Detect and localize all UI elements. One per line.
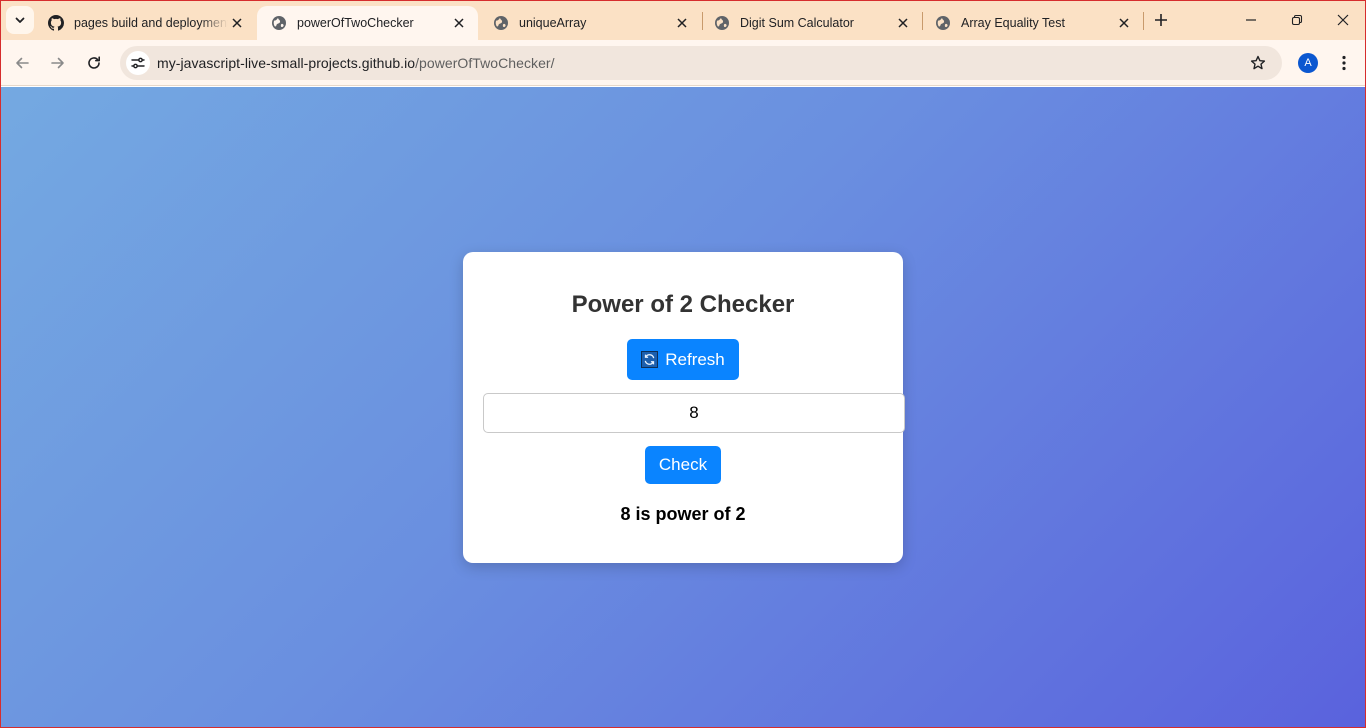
forward-button[interactable]: [43, 48, 73, 78]
close-window-button[interactable]: [1320, 0, 1366, 40]
site-info-button[interactable]: [126, 51, 150, 75]
tune-icon: [131, 57, 145, 69]
tab-power-of-two-checker[interactable]: powerOfTwoChecker: [257, 6, 478, 40]
minimize-icon: [1246, 19, 1256, 21]
globe-icon: [493, 15, 509, 31]
url-path: /powerOfTwoChecker/: [415, 55, 555, 71]
tab-title: Digit Sum Calculator: [740, 16, 854, 30]
reload-icon: [88, 56, 100, 69]
tab-title: powerOfTwoChecker: [297, 16, 414, 30]
result-text: 8 is power of 2: [620, 504, 746, 524]
close-tab-icon[interactable]: [450, 14, 468, 32]
browser-menu-button[interactable]: [1333, 51, 1355, 75]
url-text[interactable]: my-javascript-live-small-projects.github…: [157, 55, 555, 71]
tab-title: uniqueArray: [519, 16, 587, 30]
close-tab-icon[interactable]: [894, 14, 912, 32]
refresh-label: Refresh: [665, 349, 725, 369]
forward-arrow-icon: [51, 57, 64, 69]
refresh-button[interactable]: Refresh: [627, 339, 739, 380]
browser-toolbar: my-javascript-live-small-projects.github…: [0, 40, 1366, 86]
github-icon: [48, 15, 64, 31]
back-button[interactable]: [7, 48, 37, 78]
profile-avatar[interactable]: A: [1298, 53, 1318, 73]
tab-separator: [1143, 12, 1144, 30]
number-input[interactable]: [483, 393, 905, 433]
tab-search-button[interactable]: [6, 6, 34, 34]
url-domain: my-javascript-live-small-projects.github…: [157, 55, 416, 71]
tab-array-equality-test[interactable]: Array Equality Test: [921, 6, 1143, 40]
close-tab-icon[interactable]: [1115, 14, 1133, 32]
tab-title: pages build and deployment: [74, 16, 228, 30]
page-title: Power of 2 Checker: [571, 291, 795, 318]
minimize-button[interactable]: [1228, 0, 1274, 40]
page-viewport: Power of 2 Checker Refresh Check 8 is po…: [0, 87, 1366, 728]
close-tab-icon[interactable]: [228, 14, 246, 32]
refresh-icon: [641, 351, 659, 368]
restore-button[interactable]: [1274, 0, 1320, 40]
reload-button[interactable]: [79, 48, 109, 78]
star-icon: [1250, 55, 1266, 70]
tab-unique-array[interactable]: uniqueArray: [479, 6, 701, 40]
globe-icon: [271, 15, 287, 31]
plus-icon: [1155, 14, 1167, 26]
close-tab-icon[interactable]: [673, 14, 691, 32]
address-bar[interactable]: my-javascript-live-small-projects.github…: [120, 46, 1282, 80]
tab-title: Array Equality Test: [961, 16, 1065, 30]
bookmark-star-button[interactable]: [1248, 53, 1268, 73]
tab-strip: pages build and deployment powerOfTwoChe…: [0, 0, 1366, 40]
chevron-down-icon: [15, 17, 25, 23]
back-arrow-icon: [16, 57, 29, 69]
checker-card: Power of 2 Checker Refresh Check 8 is po…: [463, 252, 905, 563]
more-vert-icon: [1342, 55, 1346, 71]
globe-icon: [935, 15, 951, 31]
restore-icon: [1291, 14, 1303, 26]
check-button[interactable]: Check: [645, 446, 721, 484]
close-icon: [1337, 14, 1349, 26]
tab-digit-sum-calculator[interactable]: Digit Sum Calculator: [700, 6, 922, 40]
tab-pages-build[interactable]: pages build and deployment: [34, 6, 256, 40]
globe-icon: [714, 15, 730, 31]
new-tab-button[interactable]: [1149, 8, 1173, 32]
